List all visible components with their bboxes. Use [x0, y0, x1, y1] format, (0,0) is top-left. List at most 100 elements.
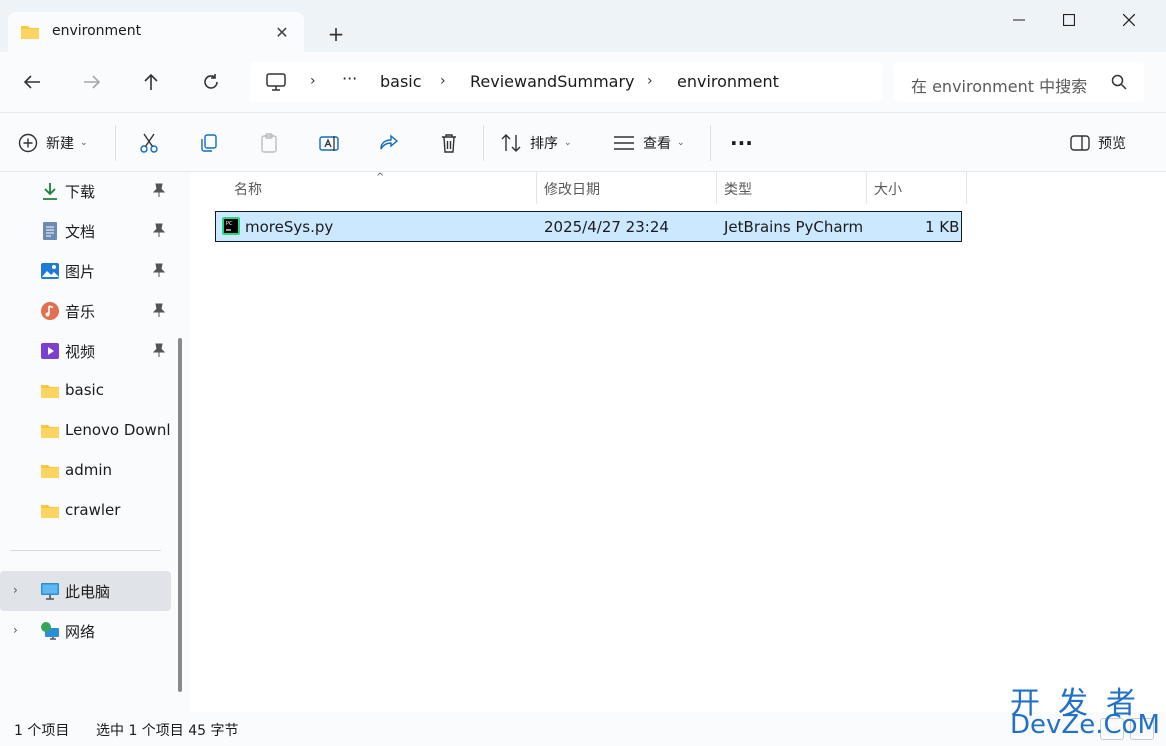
- sidebar-item-network[interactable]: › 网络: [0, 611, 171, 651]
- sort-button[interactable]: 排序 ⌄: [500, 127, 572, 159]
- folder-icon: [40, 501, 60, 521]
- file-name[interactable]: moreSys.py: [245, 218, 333, 236]
- column-header-size[interactable]: 大小: [866, 172, 967, 204]
- search-input[interactable]: 在 environment 中搜索: [911, 73, 1087, 97]
- more-options-button[interactable]: ···: [730, 127, 753, 159]
- delete-button[interactable]: [438, 127, 460, 159]
- nav-scrollbar[interactable]: [178, 338, 182, 692]
- paste-button[interactable]: [258, 127, 280, 159]
- cut-button[interactable]: [138, 127, 160, 159]
- address-bar[interactable]: › ··· basic › ReviewandSummary › environ…: [250, 62, 882, 102]
- sidebar-item-basic[interactable]: basic: [0, 371, 171, 411]
- column-header-label: 修改日期: [544, 182, 600, 198]
- breadcrumb-separator[interactable]: ›: [647, 73, 653, 89]
- back-button[interactable]: [16, 66, 48, 98]
- chevron-right-icon[interactable]: ›: [13, 623, 18, 637]
- column-header-modified[interactable]: 修改日期: [536, 172, 717, 204]
- table-row[interactable]: PC moreSys.py 2025/4/27 23:24 JetBrains …: [215, 211, 962, 242]
- view-list-icon: [614, 136, 634, 150]
- file-modified: 2025/4/27 23:24: [544, 218, 669, 236]
- status-item-count: 1 个项目: [14, 723, 70, 739]
- column-header-name[interactable]: 名称: [226, 172, 537, 204]
- address-row: › ··· basic › ReviewandSummary › environ…: [0, 52, 1166, 112]
- preview-label: 预览: [1098, 136, 1126, 152]
- minimize-icon: [1013, 19, 1025, 21]
- breadcrumb-separator[interactable]: ›: [440, 73, 446, 89]
- sidebar-item-documents[interactable]: 文档: [0, 211, 171, 251]
- videos-icon: [40, 341, 60, 361]
- file-size: 1 KB: [925, 218, 960, 236]
- sidebar-item-label: admin: [65, 461, 112, 479]
- sidebar-item-downloads[interactable]: 下载: [0, 171, 171, 211]
- folder-icon: [40, 381, 60, 401]
- navigation-pane: 下载 文档 图片 音乐 视频 basic Lenovo Downlo admin…: [0, 172, 190, 712]
- sidebar-item-pictures[interactable]: 图片: [0, 251, 171, 291]
- pin-icon[interactable]: [152, 343, 166, 361]
- back-arrow-icon: [23, 75, 40, 89]
- tab-environment[interactable]: environment ✕: [8, 12, 304, 52]
- rename-icon: [319, 136, 339, 151]
- command-bar: 新建 ⌄ 排序 ⌄ 查看 ⌄ ··· 预览: [0, 112, 1166, 172]
- column-header-label: 大小: [874, 182, 902, 198]
- cut-icon: [140, 133, 158, 153]
- column-header-label: 类型: [724, 182, 752, 198]
- new-tab-button[interactable]: +: [322, 20, 350, 48]
- sidebar-item-this-pc[interactable]: › 此电脑: [0, 571, 171, 611]
- music-icon: [40, 301, 60, 321]
- svg-text:PC: PC: [226, 221, 233, 227]
- search-icon[interactable]: [1111, 74, 1127, 94]
- pycharm-file-icon: PC: [222, 217, 240, 239]
- up-button[interactable]: [135, 66, 167, 98]
- search-box[interactable]: 在 environment 中搜索: [894, 62, 1144, 102]
- view-label: 查看: [643, 136, 671, 152]
- pin-icon[interactable]: [152, 303, 166, 321]
- chevron-right-icon[interactable]: ›: [13, 583, 18, 597]
- sidebar-item-lenovo-downloads[interactable]: Lenovo Downlo: [0, 411, 171, 451]
- tab-close-icon[interactable]: ✕: [270, 20, 294, 44]
- pin-icon[interactable]: [152, 263, 166, 281]
- status-selection: 选中 1 个项目 45 字节: [96, 723, 239, 739]
- breadcrumb-environment[interactable]: environment: [677, 72, 779, 91]
- document-icon: [40, 221, 60, 241]
- share-icon: [380, 134, 399, 150]
- preview-pane-button[interactable]: 预览: [1070, 127, 1126, 159]
- download-icon: [40, 181, 60, 201]
- sidebar-item-label: basic: [65, 381, 104, 399]
- rename-button[interactable]: [318, 127, 340, 159]
- maximize-icon: [1063, 14, 1075, 26]
- sidebar-item-videos[interactable]: 视频: [0, 331, 171, 371]
- this-pc-icon[interactable]: [266, 73, 286, 95]
- divider: [115, 125, 116, 161]
- sidebar-item-admin[interactable]: admin: [0, 451, 171, 491]
- sidebar-item-crawler[interactable]: crawler: [0, 491, 171, 531]
- sidebar-item-label: 网络: [65, 623, 96, 641]
- breadcrumb-reviewandsummary[interactable]: ReviewandSummary: [470, 72, 635, 91]
- sidebar-item-label: 此电脑: [65, 583, 111, 601]
- sort-label: 排序: [530, 136, 558, 152]
- divider: [483, 125, 484, 161]
- pin-icon[interactable]: [152, 223, 166, 241]
- copy-icon: [201, 134, 217, 152]
- breadcrumb-overflow[interactable]: ···: [342, 69, 357, 88]
- share-button[interactable]: [378, 127, 400, 159]
- new-label: 新建: [46, 136, 74, 152]
- column-header-type[interactable]: 类型: [716, 172, 867, 204]
- maximize-button[interactable]: [1040, 0, 1098, 40]
- view-button[interactable]: 查看 ⌄: [613, 127, 685, 159]
- sidebar-item-music[interactable]: 音乐: [0, 291, 171, 331]
- delete-icon: [442, 134, 456, 153]
- new-button[interactable]: 新建 ⌄: [18, 127, 88, 159]
- refresh-button[interactable]: [195, 66, 227, 98]
- close-button[interactable]: [1100, 0, 1158, 40]
- refresh-icon: [204, 74, 218, 89]
- forward-button[interactable]: [76, 66, 108, 98]
- copy-button[interactable]: [198, 127, 220, 159]
- preview-pane-icon: [1070, 135, 1090, 151]
- sort-icon: [501, 134, 521, 152]
- pin-icon[interactable]: [152, 183, 166, 201]
- divider: [710, 125, 711, 161]
- up-arrow-icon: [144, 73, 158, 90]
- breadcrumb-basic[interactable]: basic: [380, 72, 422, 91]
- breadcrumb-separator[interactable]: ›: [310, 73, 316, 89]
- folder-icon: [40, 421, 60, 441]
